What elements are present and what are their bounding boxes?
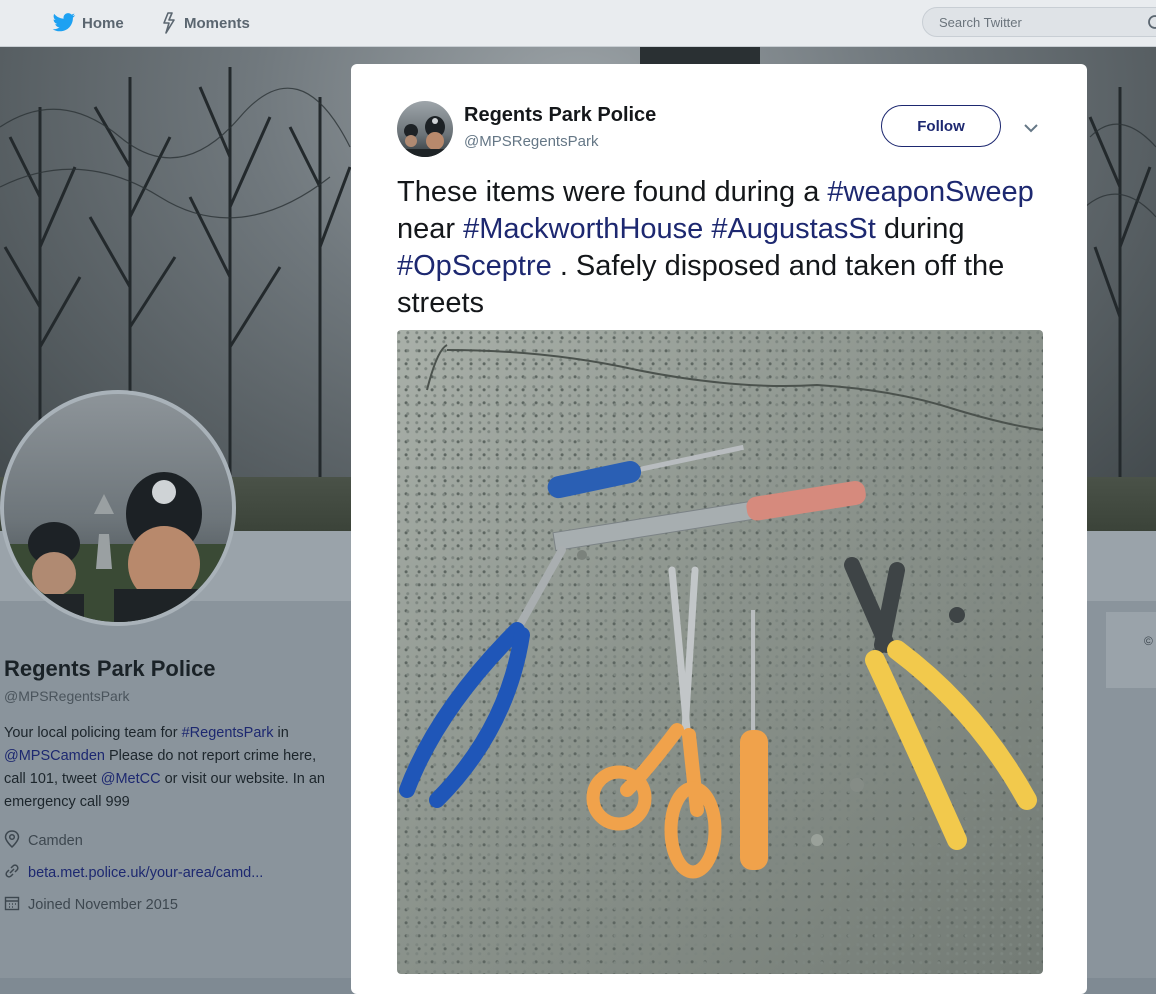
search-input[interactable]: Search Twitter xyxy=(922,7,1156,37)
search-placeholder: Search Twitter xyxy=(939,14,1022,30)
screwdriver-blue xyxy=(547,444,744,499)
file-tool xyxy=(552,480,866,552)
tweet-modal: Regents Park Police @MPSRegentsPark Foll… xyxy=(351,64,1087,994)
profile-url: beta.met.police.uk/your-area/camd... xyxy=(4,863,263,883)
tweet-author-name[interactable]: Regents Park Police xyxy=(464,104,656,127)
profile-name: Regents Park Police xyxy=(4,656,216,681)
awl xyxy=(740,610,768,870)
lightning-icon xyxy=(160,12,178,34)
search-icon[interactable] xyxy=(1147,14,1156,35)
tweet-text: These items were found during a #weaponS… xyxy=(397,174,1057,322)
avatar-photo xyxy=(397,116,453,157)
profile-location: Camden xyxy=(4,830,83,852)
pliers-blue xyxy=(399,546,566,808)
chevron-down-icon[interactable] xyxy=(1023,120,1039,138)
pliers-yellow xyxy=(844,557,1037,850)
bio-mention-link[interactable]: @MetCC xyxy=(101,771,161,787)
top-nav: Home Moments Search Twitter xyxy=(0,0,1156,47)
follow-button[interactable]: Follow xyxy=(881,105,1001,147)
location-text: Camden xyxy=(28,833,83,849)
avatar-photo xyxy=(4,472,232,622)
location-pin-icon xyxy=(4,830,20,852)
copyright-glyph: © xyxy=(1144,634,1153,648)
tools-photo xyxy=(399,344,1043,879)
nav-moments[interactable]: Moments xyxy=(160,0,250,46)
tweet-text-segment: during xyxy=(875,213,965,245)
hashtag-link[interactable]: #weaponSweep xyxy=(827,176,1033,208)
bio-hashtag-link[interactable]: #RegentsPark xyxy=(182,725,274,741)
calendar-icon xyxy=(4,895,20,915)
profile-avatar[interactable] xyxy=(0,390,236,626)
profile-bio: Your local policing team for #RegentsPar… xyxy=(4,722,334,814)
tweet-photo[interactable] xyxy=(397,330,1043,974)
bio-mention-link[interactable]: @MPSCamden xyxy=(4,748,105,764)
bio-text: Your local policing team for xyxy=(4,725,182,741)
bio-text: in xyxy=(273,725,289,741)
tweet-author-avatar[interactable] xyxy=(397,101,453,157)
sidebar-card: © xyxy=(1106,612,1156,688)
profile-website-link[interactable]: beta.met.police.uk/your-area/camd... xyxy=(28,865,263,881)
nav-home-label: Home xyxy=(82,14,124,32)
nav-home[interactable]: Home xyxy=(52,0,124,46)
tweet-author-handle[interactable]: @MPSRegentsPark xyxy=(464,133,598,150)
tweet-text-segment: near xyxy=(397,213,464,245)
twitter-bird-icon xyxy=(52,13,76,33)
hashtag-link[interactable]: #AugustasSt xyxy=(711,213,875,245)
hashtag-link[interactable]: #OpSceptre xyxy=(397,250,552,282)
profile-handle: @MPSRegentsPark xyxy=(4,688,130,704)
link-icon xyxy=(4,863,20,883)
profile-joined: Joined November 2015 xyxy=(4,895,178,915)
joined-text: Joined November 2015 xyxy=(28,897,178,913)
tweet-text-segment: These items were found during a xyxy=(397,176,828,208)
nav-moments-label: Moments xyxy=(184,14,250,32)
hashtag-link[interactable]: #MackworthHouse xyxy=(463,213,703,245)
scissors xyxy=(586,566,722,879)
